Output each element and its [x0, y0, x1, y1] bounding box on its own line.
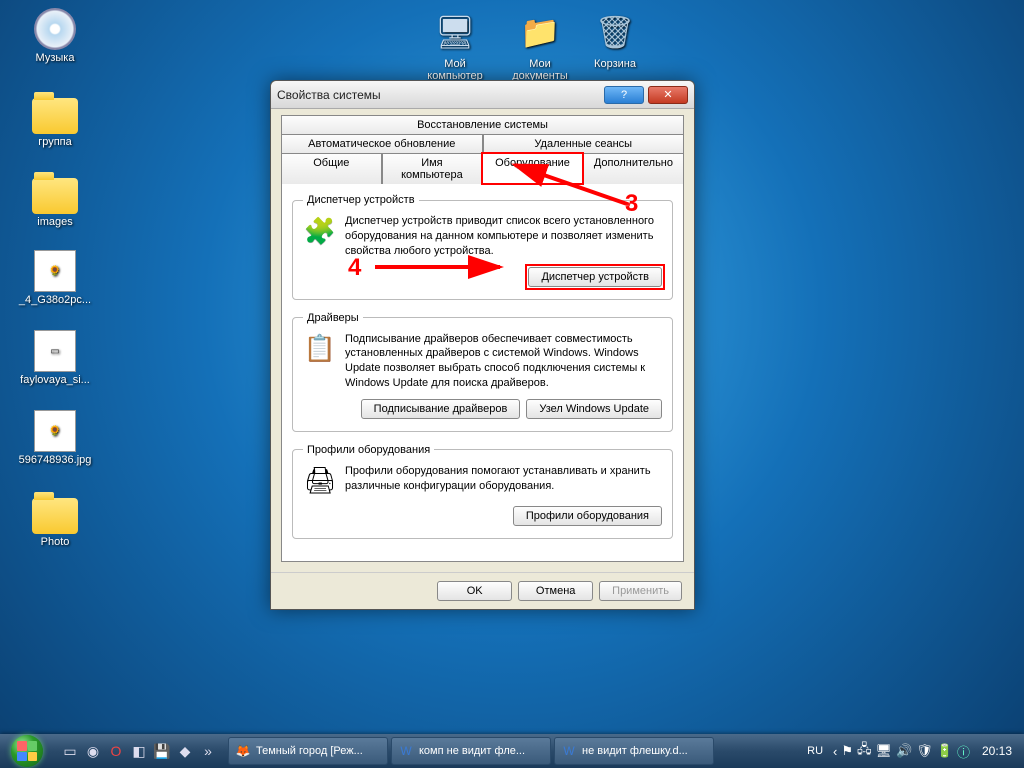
- cancel-button[interactable]: Отмена: [518, 581, 593, 601]
- image-thumb-icon: ▭: [34, 330, 76, 372]
- quick-launch: ▭ ◉ O ◧ 💾 ◆ »: [54, 741, 224, 761]
- help-button[interactable]: ?: [604, 86, 644, 104]
- tab-content-hardware: Диспетчер устройств 🧩 Диспетчер устройст…: [281, 183, 684, 562]
- image-thumb-icon: 🌻: [34, 250, 76, 292]
- tray-chevron-icon[interactable]: ‹: [833, 744, 837, 759]
- taskbar: ▭ ◉ O ◧ 💾 ◆ » 🦊Темный город [Реж... Wком…: [0, 734, 1024, 768]
- firefox-icon: 🦊: [235, 743, 251, 759]
- tray-icon-4[interactable]: 🔊: [896, 743, 912, 759]
- system-properties-dialog: Свойства системы ? ✕ Восстановление сист…: [270, 80, 695, 610]
- driver-signing-button[interactable]: Подписывание драйверов: [361, 399, 521, 419]
- tray-icon-6[interactable]: 🔋: [937, 743, 953, 759]
- windows-orb-icon: [11, 735, 43, 767]
- dialog-title: Свойства системы: [277, 88, 600, 102]
- device-manager-icon: 🧩: [303, 214, 337, 248]
- legend-device-manager: Диспетчер устройств: [303, 194, 419, 206]
- computer-icon: 🖥: [431, 8, 479, 56]
- word-icon: W: [398, 743, 414, 759]
- apply-button[interactable]: Применить: [599, 581, 682, 601]
- hardware-profiles-icon: 🖨: [303, 464, 337, 498]
- tab-advanced[interactable]: Дополнительно: [583, 153, 684, 184]
- tray-icon-5[interactable]: 🛡: [916, 743, 933, 759]
- folder-icon: [32, 98, 78, 134]
- ok-button[interactable]: OK: [437, 581, 512, 601]
- desktop-icon-thumb3[interactable]: 🌻596748936.jpg: [15, 410, 95, 466]
- windows-update-node-button[interactable]: Узел Windows Update: [526, 399, 662, 419]
- tab-system-restore[interactable]: Восстановление системы: [281, 115, 684, 134]
- desktop-icon-my-computer[interactable]: 🖥Мой компьютер: [415, 8, 495, 82]
- opera-icon[interactable]: O: [106, 741, 126, 761]
- tray-info-icon[interactable]: ⓘ: [957, 742, 970, 761]
- group-drivers: Драйверы 📋 Подписывание драйверов обеспе…: [292, 312, 673, 432]
- taskbar-item-firefox[interactable]: 🦊Темный город [Реж...: [228, 737, 388, 765]
- desktop-icon-group[interactable]: группа: [15, 90, 95, 148]
- tab-general[interactable]: Общие: [281, 153, 382, 184]
- desktop-icon-thumb1[interactable]: 🌻_4_G38o2pc...: [15, 250, 95, 306]
- desktop-icon-images[interactable]: images: [15, 170, 95, 228]
- chrome-icon[interactable]: ◉: [83, 741, 103, 761]
- group-hardware-profiles: Профили оборудования 🖨 Профили оборудова…: [292, 444, 673, 539]
- tray-icon-1[interactable]: ⚑: [841, 743, 853, 759]
- titlebar[interactable]: Свойства системы ? ✕: [271, 81, 694, 109]
- device-manager-text: Диспетчер устройств приводит список всег…: [345, 214, 662, 259]
- trash-icon: 🗑: [591, 8, 639, 56]
- image-thumb-icon: 🌻: [34, 410, 76, 452]
- taskbar-item-word1[interactable]: Wкомп не видит фле...: [391, 737, 551, 765]
- tab-remote[interactable]: Удаленные сеансы: [483, 134, 685, 153]
- tab-strip: Восстановление системы Автоматическое об…: [281, 115, 684, 184]
- taskbar-buttons: 🦊Темный город [Реж... Wкомп не видит фле…: [224, 737, 803, 765]
- tab-auto-update[interactable]: Автоматическое обновление: [281, 134, 483, 153]
- documents-icon: 📁: [516, 8, 564, 56]
- dialog-button-bar: OK Отмена Применить: [271, 572, 694, 609]
- quick-icon-3[interactable]: ◆: [175, 741, 195, 761]
- word-icon: W: [561, 743, 577, 759]
- highlight-device-manager: Диспетчер устройств: [528, 267, 662, 287]
- tab-computer-name[interactable]: Имя компьютера: [382, 153, 483, 184]
- desktop-icon-photo[interactable]: Photo: [15, 490, 95, 548]
- quick-chevron-icon[interactable]: »: [198, 741, 218, 761]
- disc-icon: [34, 8, 76, 50]
- group-device-manager: Диспетчер устройств 🧩 Диспетчер устройст…: [292, 194, 673, 300]
- hardware-profiles-button[interactable]: Профили оборудования: [513, 506, 662, 526]
- legend-hardware-profiles: Профили оборудования: [303, 444, 434, 456]
- folder-icon: [32, 178, 78, 214]
- tray-icon-3[interactable]: 🖥: [876, 743, 893, 759]
- drivers-text: Подписывание драйверов обеспечивает совм…: [345, 332, 662, 391]
- start-button[interactable]: [0, 734, 54, 768]
- tray-icon-2[interactable]: 🖧: [857, 740, 872, 762]
- taskbar-item-word2[interactable]: Wне видит флешку.d...: [554, 737, 714, 765]
- desktop-icon-thumb2[interactable]: ▭faylovaya_si...: [15, 330, 95, 386]
- system-tray: ‹ ⚑ 🖧 🖥 🔊 🛡 🔋 ⓘ: [827, 740, 976, 762]
- close-button[interactable]: ✕: [648, 86, 688, 104]
- legend-drivers: Драйверы: [303, 312, 363, 324]
- show-desktop-icon[interactable]: ▭: [60, 741, 80, 761]
- tab-hardware[interactable]: Оборудование: [482, 153, 583, 184]
- quick-icon-2[interactable]: 💾: [152, 741, 172, 761]
- language-indicator[interactable]: RU: [803, 745, 827, 757]
- drivers-icon: 📋: [303, 332, 337, 366]
- folder-icon: [32, 498, 78, 534]
- desktop-icon-recycle-bin[interactable]: 🗑Корзина: [575, 8, 655, 70]
- desktop-icon-my-documents[interactable]: 📁Мои документы: [500, 8, 580, 82]
- desktop-icon-music[interactable]: Музыка: [15, 8, 95, 64]
- taskbar-clock[interactable]: 20:13: [976, 744, 1018, 758]
- quick-icon-1[interactable]: ◧: [129, 741, 149, 761]
- device-manager-button[interactable]: Диспетчер устройств: [528, 267, 662, 287]
- hardware-profiles-text: Профили оборудования помогают устанавлив…: [345, 464, 662, 494]
